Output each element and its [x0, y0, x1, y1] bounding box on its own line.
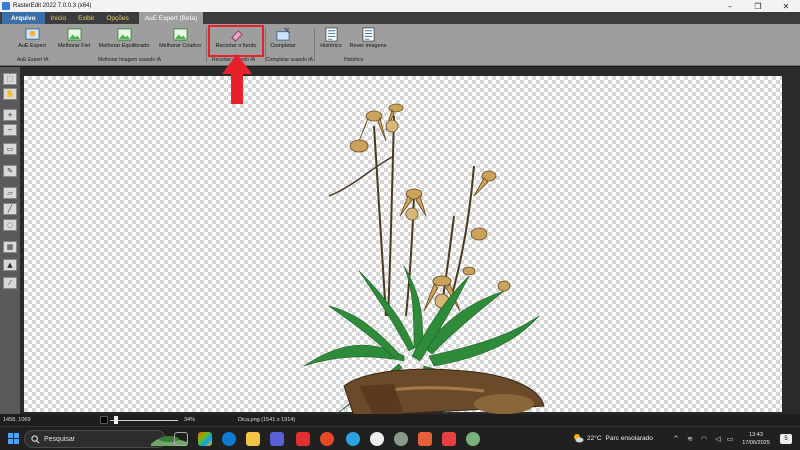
- cursor-coordinates: 1458, 1069: [3, 417, 31, 423]
- image-canvas[interactable]: [24, 76, 782, 416]
- eyedropper-icon[interactable]: ⁄: [3, 277, 17, 289]
- clock-date: 17/06/2025: [742, 440, 770, 446]
- telegram-icon[interactable]: [346, 432, 360, 446]
- melhorar-equilibrado-label: Melhorar Equilibrado: [98, 43, 150, 49]
- network-icon[interactable]: ≋: [686, 435, 694, 443]
- weather-widget[interactable]: 22°C Parc ensolarado: [572, 432, 653, 444]
- orchid-image: [303, 103, 545, 416]
- teams-icon[interactable]: [270, 432, 284, 446]
- file-info: Dica.png (1541 x 1914): [238, 417, 296, 423]
- photo-app-icon[interactable]: [394, 432, 408, 446]
- zoom-level: 34%: [184, 417, 196, 423]
- title-bar: RasterEdit 2022 7.0.0.3 (x64) – ❐ ✕: [0, 0, 800, 12]
- completar-button[interactable]: Completar: [266, 26, 300, 56]
- close-button[interactable]: ✕: [772, 0, 800, 12]
- clock-time: 13:43: [749, 432, 763, 438]
- media-app-icon[interactable]: [296, 432, 310, 446]
- partly-sunny-icon: [574, 434, 584, 443]
- menu-bar: Arquivo Início Exibir Opções AuE Expert …: [0, 12, 800, 24]
- zoom-in-icon[interactable]: +: [3, 109, 17, 121]
- aue-expert-label: AuE Expert: [18, 43, 46, 49]
- editor-app-icon[interactable]: [418, 432, 432, 446]
- red-arrow-icon: [222, 54, 252, 104]
- search-icon: [31, 434, 40, 443]
- fit-screen-icon[interactable]: ▭: [3, 143, 17, 155]
- clone-tool-icon[interactable]: ▦: [3, 241, 17, 253]
- image-enhance-icon: [66, 28, 82, 41]
- file-explorer-icon[interactable]: [246, 432, 260, 446]
- rever-imagens-label: Rever imagens: [349, 43, 387, 49]
- task-view-icon[interactable]: [174, 432, 188, 446]
- completar-label: Completar: [270, 43, 296, 49]
- tab-opcoes[interactable]: Opções: [100, 12, 134, 24]
- zoom-slider-track[interactable]: [110, 420, 178, 421]
- group-label-historico: Histórico: [344, 57, 364, 63]
- chat-app-icon[interactable]: [370, 432, 384, 446]
- edge-icon[interactable]: [222, 432, 236, 446]
- historico-label: Histórico: [320, 43, 342, 49]
- group-label-aue-expert: AuE Expert IA: [17, 57, 49, 63]
- melhorar-fiel-button[interactable]: Melhorar Fiel: [54, 26, 94, 56]
- tools-app-icon[interactable]: [442, 432, 456, 446]
- stamp-icon[interactable]: ▲: [3, 259, 17, 271]
- lasso-icon[interactable]: ◌: [3, 219, 17, 231]
- image-enhance-icon: [116, 28, 132, 41]
- history-list-icon: [324, 27, 338, 42]
- image-enhance-icon: [172, 28, 188, 41]
- melhorar-criativo-label: Melhorar Criativo: [159, 43, 201, 49]
- ribbon: AuE Expert Melhorar Fiel Melhorar Equili…: [0, 24, 800, 66]
- group-separator: [314, 28, 315, 62]
- melhorar-fiel-label: Melhorar Fiel: [57, 43, 91, 49]
- highlight-box: [208, 25, 264, 57]
- melhorar-equilibrado-button[interactable]: Melhorar Equilibrado: [96, 26, 152, 56]
- window-title: RasterEdit 2022 7.0.0.3 (x64): [13, 3, 92, 9]
- eraser-tool-icon[interactable]: ▱: [3, 187, 17, 199]
- zoom-slider-thumb[interactable]: [114, 416, 118, 424]
- historico-button[interactable]: Histórico: [316, 26, 346, 56]
- taskbar-search[interactable]: Pesquisar: [24, 430, 187, 448]
- canvas-area: [20, 67, 800, 416]
- search-placeholder: Pesquisar: [44, 435, 76, 443]
- windows-start-icon[interactable]: [8, 433, 19, 444]
- brush-icon[interactable]: ✎: [3, 165, 17, 177]
- tab-aue-expert[interactable]: AuE Expert (Beta): [138, 12, 204, 24]
- zoom-indicator: [100, 416, 108, 424]
- rever-imagens-button[interactable]: Rever imagens: [346, 26, 390, 56]
- ruler-icon[interactable]: ╱: [3, 203, 17, 215]
- weather-text: Parc ensolarado: [605, 434, 653, 442]
- taskbar: Pesquisar 22°C Parc ensolarado ^ ≋ ◠ ◁ ▭…: [0, 426, 800, 450]
- minimize-button[interactable]: –: [716, 0, 744, 12]
- chevron-up-icon[interactable]: ^: [672, 435, 680, 443]
- battery-icon[interactable]: ▭: [726, 435, 734, 443]
- aue-expert-button[interactable]: AuE Expert: [12, 26, 52, 56]
- left-toolbar: ⬚ ✋ + − ▭ ✎ ▱ ╱ ◌ ▦ ▲ ⁄: [0, 67, 20, 414]
- opera-icon[interactable]: [320, 432, 334, 446]
- maximize-button[interactable]: ❐: [744, 0, 772, 12]
- group-label-completar: Completar usando IA: [266, 57, 313, 63]
- select-tool-icon[interactable]: ⬚: [3, 73, 17, 85]
- tab-exibir[interactable]: Exibir: [72, 12, 100, 24]
- system-clock[interactable]: 13:43 17/06/2025: [738, 431, 774, 447]
- complete-image-icon: [275, 27, 290, 41]
- tab-arquivo[interactable]: Arquivo: [2, 12, 45, 24]
- melhorar-criativo-button[interactable]: Melhorar Criativo: [156, 26, 204, 56]
- notification-badge[interactable]: 5: [780, 434, 792, 444]
- aue-expert-icon: [24, 28, 40, 40]
- zoom-out-icon[interactable]: −: [3, 124, 17, 136]
- copilot-icon[interactable]: [198, 432, 212, 446]
- weather-temp: 22°C: [587, 434, 602, 442]
- hand-tool-icon[interactable]: ✋: [3, 88, 17, 100]
- app-icon: [2, 2, 10, 10]
- group-separator: [206, 28, 207, 62]
- rasteredit-taskbar-icon[interactable]: [466, 432, 480, 446]
- tab-inicio[interactable]: Início: [45, 12, 73, 24]
- review-list-icon: [361, 27, 375, 42]
- wifi-icon[interactable]: ◠: [700, 435, 708, 443]
- group-label-melhorar: Melhorar Imagem usando IA: [98, 57, 162, 63]
- status-bar: 1458, 1069 34% Dica.png (1541 x 1914): [0, 414, 800, 426]
- window-controls: – ❐ ✕: [716, 0, 800, 12]
- volume-icon[interactable]: ◁: [714, 435, 722, 443]
